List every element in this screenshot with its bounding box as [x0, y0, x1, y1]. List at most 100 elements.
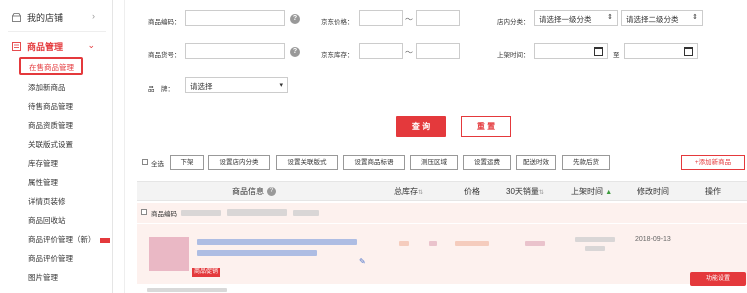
row-checkbox[interactable]	[141, 209, 147, 215]
stock-max-input[interactable]	[416, 43, 460, 59]
sidebar-item-reviews-new[interactable]: 商品评价管理（新）	[28, 234, 110, 245]
chevron-down-icon: ⌄	[87, 40, 95, 50]
th-listed-label: 上架时间	[571, 187, 603, 196]
calendar-icon[interactable]	[684, 47, 693, 56]
sort-icon[interactable]: ⇅	[418, 190, 423, 196]
sidebar-item-pending[interactable]: 待售商品管理	[28, 101, 73, 112]
table-header: 商品信息? 总库存⇅ 价格 30天销量⇅ 上架时间 ▲ 修改时间 操作	[137, 181, 747, 201]
set-freight-button[interactable]: 设置运费	[463, 155, 511, 170]
set-category-button[interactable]: 设置店内分类	[208, 155, 270, 170]
blurred-sales	[525, 241, 545, 246]
select-arrows-icon: ⇕	[692, 14, 698, 21]
sidebar-goods[interactable]: 商品管理 ⌄	[0, 35, 113, 57]
promo-tag: 商品促销	[192, 268, 221, 277]
sidebar-item-label: 商品评价管理（新）	[28, 235, 96, 244]
sidebar-border	[124, 0, 125, 293]
add-product-button[interactable]: +添加新商品	[681, 155, 745, 170]
sidebar-item-detail-decor[interactable]: 详情页装修	[28, 196, 66, 207]
function-settings-button[interactable]: 功能设置	[690, 272, 746, 286]
price-min-input[interactable]	[359, 10, 403, 26]
blurred-text	[293, 210, 319, 216]
sidebar-item-images[interactable]: 图片管理	[28, 272, 58, 283]
th-stock-label: 总库存	[394, 187, 418, 196]
unlist-button[interactable]: 下架	[170, 155, 204, 170]
blurred-value	[429, 241, 437, 246]
help-icon[interactable]: ?	[290, 47, 300, 57]
category2-value: 请选择二级分类	[626, 15, 679, 24]
help-icon[interactable]: ?	[290, 14, 300, 24]
brand-select[interactable]: 请选择 ▾	[185, 77, 288, 93]
listed-time-label: 上架时间：	[497, 52, 530, 59]
category1-value: 请选择一级分类	[539, 15, 592, 24]
th-action: 操作	[705, 187, 721, 196]
help-icon[interactable]: ?	[267, 187, 276, 197]
th-sales30[interactable]: 30天销量⇅	[506, 186, 544, 197]
select-arrows-icon: ⇕	[607, 14, 613, 21]
store-icon	[12, 12, 21, 22]
range-separator: ～	[405, 15, 413, 24]
prepay-button[interactable]: 先款后货	[562, 155, 610, 170]
calendar-icon[interactable]	[594, 47, 603, 56]
set-slogan-button[interactable]: 设置商品标语	[343, 155, 405, 170]
edit-icon[interactable]: ✎	[359, 257, 366, 266]
item-no-label: 商品货号：	[148, 52, 181, 59]
set-layout-button[interactable]: 设置关联版式	[276, 155, 338, 170]
product-title[interactable]	[197, 239, 357, 245]
th-info-label: 商品信息	[232, 187, 264, 196]
sidebar-item-layout[interactable]: 关联版式设置	[28, 139, 73, 150]
price-label: 京东价格：	[321, 19, 354, 26]
th-sales30-label: 30天销量	[506, 187, 539, 196]
sidebar-item-qualification[interactable]: 商品资质管理	[28, 120, 73, 131]
category-label: 店内分类：	[497, 19, 530, 26]
table-row: 商品促销 ✎ 2018-09-13 功能设置	[137, 224, 747, 286]
select-all-checkbox[interactable]	[142, 159, 148, 165]
th-info: 商品信息?	[232, 186, 276, 197]
sidebar-item-onsale[interactable]: 在售商品管理	[19, 57, 83, 75]
th-listed[interactable]: 上架时间 ▲	[571, 186, 612, 197]
sidebar-item-inventory[interactable]: 库存管理	[28, 158, 58, 169]
th-modified[interactable]: 修改时间	[637, 186, 669, 197]
blurred-sku	[181, 210, 221, 216]
batch-toolbar: 全选 下架 设置店内分类 设置关联版式 设置商品标语 测压区域 设置运费 配送时…	[137, 152, 747, 174]
sidebar-goods-label: 商品管理	[27, 41, 64, 52]
sidebar-item-add[interactable]: 添加新商品	[28, 82, 66, 93]
product-title[interactable]	[197, 250, 317, 256]
row-sku-label: 商品编码	[151, 211, 177, 218]
range-separator: ～	[405, 48, 413, 57]
sidebar-item-reviews[interactable]: 商品评价管理	[28, 253, 73, 264]
category1-select[interactable]: 请选择一级分类 ⇕	[534, 10, 618, 26]
category2-select[interactable]: 请选择二级分类 ⇕	[621, 10, 703, 26]
table-row-header: 商品编码	[137, 203, 747, 223]
blurred-text	[147, 288, 227, 292]
reset-button[interactable]: 重 置	[461, 116, 511, 137]
sidebar-store-label: 我的店铺	[27, 12, 64, 23]
stock-label: 京东库存：	[321, 52, 354, 59]
sidebar-store[interactable]: 我的店铺 ›	[0, 6, 113, 28]
sort-icon[interactable]: ⇅	[539, 190, 544, 196]
delivery-time-button[interactable]: 配送时效	[516, 155, 556, 170]
stock-min-input[interactable]	[359, 43, 403, 59]
th-price[interactable]: 价格	[464, 186, 480, 197]
chevron-right-icon: ›	[92, 11, 95, 21]
sku-input[interactable]	[185, 10, 285, 26]
sort-asc-icon[interactable]: ▲	[605, 189, 612, 196]
select-all-label: 全选	[151, 161, 164, 168]
query-button[interactable]: 查 询	[396, 116, 446, 137]
listed-start-input[interactable]	[534, 43, 608, 59]
sku-label: 商品编码：	[148, 19, 181, 26]
test-region-button[interactable]: 测压区域	[410, 155, 458, 170]
table-row-next	[137, 286, 747, 293]
page-root: 我的店铺 › 商品管理 ⌄ 在售商品管理 添加新商品 待售商品管理 商品资质管理…	[0, 0, 747, 293]
listed-end-input[interactable]	[624, 43, 698, 59]
item-no-input[interactable]	[185, 43, 285, 59]
sidebar-item-recycle[interactable]: 商品回收站	[28, 215, 66, 226]
dropdown-arrow-icon: ▾	[279, 82, 283, 89]
blurred-listed	[575, 237, 615, 242]
th-stock[interactable]: 总库存⇅	[394, 186, 423, 197]
brand-select-value: 请选择	[190, 82, 213, 91]
product-thumbnail[interactable]	[149, 237, 189, 271]
blurred-listed	[585, 246, 605, 251]
sidebar-item-attributes[interactable]: 属性管理	[28, 177, 58, 188]
price-max-input[interactable]	[416, 10, 460, 26]
blurred-price	[455, 241, 489, 246]
